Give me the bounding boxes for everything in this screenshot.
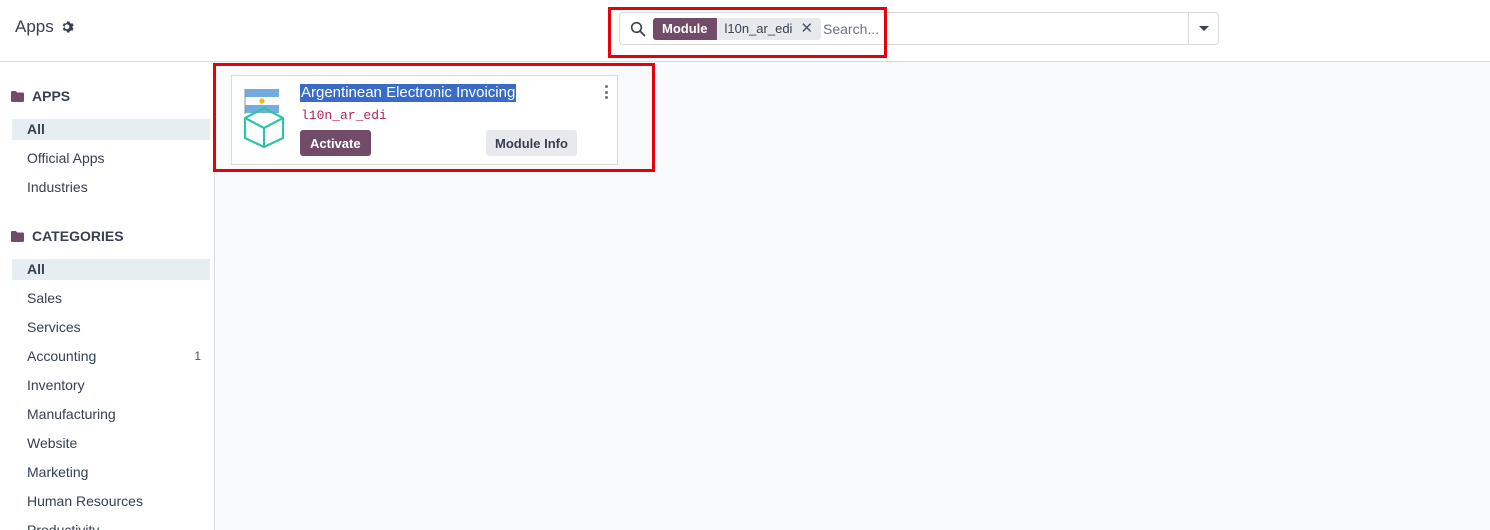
categories-section-title: CATEGORIES [11, 228, 124, 244]
sidebar-item-categories-all[interactable]: All [12, 259, 210, 280]
breadcrumb: Apps [15, 17, 75, 37]
sidebar-item-marketing[interactable]: Marketing [12, 462, 210, 483]
sidebar-item-manufacturing[interactable]: Manufacturing [12, 404, 210, 425]
sidebar-item-website[interactable]: Website [12, 433, 210, 454]
sidebar-item-sales[interactable]: Sales [12, 288, 210, 309]
sidebar-item-label: Official Apps [27, 150, 105, 166]
card-highlight-box [213, 63, 655, 172]
sidebar-item-label: All [27, 121, 45, 137]
sidebar-item-productivity[interactable]: Productivity [12, 520, 210, 530]
search-panel: APPS All Official Apps Industries CATEGO… [0, 62, 215, 530]
sidebar-item-apps-all[interactable]: All [12, 119, 210, 140]
sidebar-item-label: Accounting [27, 348, 97, 364]
sidebar-item-label: Inventory [27, 377, 85, 393]
sidebar-item-label: All [27, 261, 45, 277]
sidebar-item-human-resources[interactable]: Human Resources [12, 491, 210, 512]
caret-down-icon [1198, 26, 1209, 31]
sidebar-item-label: Human Resources [27, 493, 143, 509]
search-highlight-box [608, 7, 887, 58]
sidebar-item-accounting[interactable]: Accounting 1 [12, 346, 210, 367]
folder-icon [11, 90, 24, 102]
categories-title: CATEGORIES [32, 228, 124, 244]
sidebar-item-label: Sales [27, 290, 63, 306]
sidebar-item-official-apps[interactable]: Official Apps [12, 148, 210, 169]
sidebar-item-label: Industries [27, 179, 88, 195]
apps-section-title: APPS [11, 88, 70, 104]
sidebar-item-industries[interactable]: Industries [12, 177, 210, 198]
gear-icon[interactable] [61, 20, 75, 34]
sidebar-item-label: Marketing [27, 464, 89, 480]
search-options-toggle[interactable] [1188, 13, 1218, 44]
category-count: 1 [194, 349, 201, 363]
apps-title: APPS [32, 88, 71, 104]
sidebar-item-label: Manufacturing [27, 406, 116, 422]
breadcrumb-apps[interactable]: Apps [15, 17, 54, 37]
sidebar-item-services[interactable]: Services [12, 317, 210, 338]
sidebar-item-label: Productivity [27, 522, 100, 530]
sidebar-item-inventory[interactable]: Inventory [12, 375, 210, 396]
sidebar-item-label: Services [27, 319, 81, 335]
sidebar-item-label: Website [27, 435, 78, 451]
folder-icon [11, 230, 24, 242]
